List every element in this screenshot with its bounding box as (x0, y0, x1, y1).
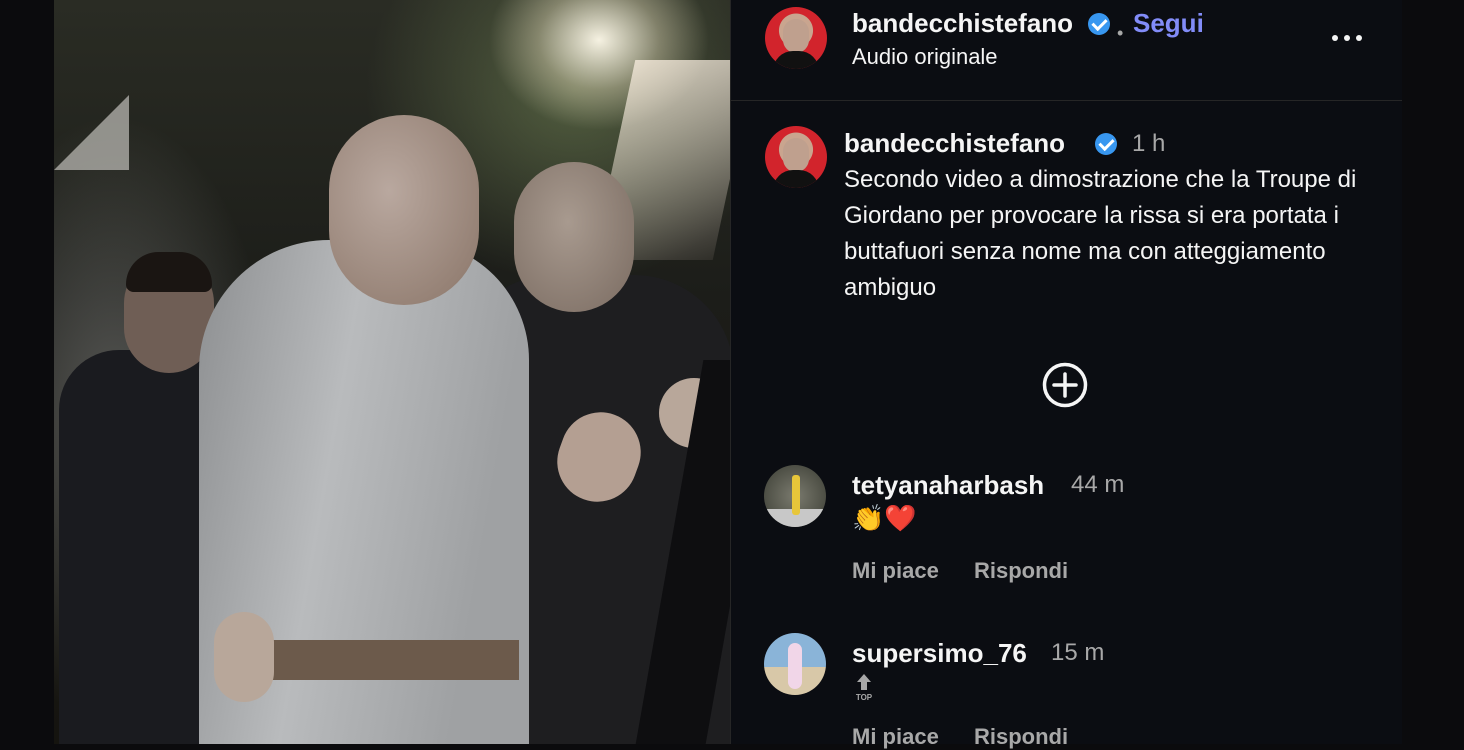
video-player[interactable] (54, 0, 730, 744)
comment-text: 👏❤️ (852, 504, 917, 534)
verified-badge-icon (1095, 133, 1117, 155)
caption-author-avatar[interactable] (765, 126, 827, 188)
audio-link[interactable]: Audio originale (852, 44, 998, 70)
video-umbrella (54, 95, 129, 170)
svg-text:TOP: TOP (856, 693, 873, 702)
comment-username[interactable]: tetyanaharbash (852, 470, 1044, 501)
comment-time[interactable]: 15 m (1051, 639, 1104, 667)
plus-circle-icon[interactable] (1042, 362, 1088, 408)
post-header: bandecchistefano • Segui Audio originale (731, 0, 1402, 101)
like-comment-button[interactable]: Mi piace (852, 724, 939, 750)
caption-author-username[interactable]: bandecchistefano (844, 128, 1065, 159)
video-person-center-head (329, 115, 479, 305)
more-horizontal-icon[interactable] (1327, 20, 1367, 56)
commenter-avatar[interactable] (764, 633, 826, 695)
video-hand (214, 612, 274, 702)
post-sidebar: bandecchistefano • Segui Audio originale… (730, 0, 1402, 744)
top-arrow-icon: TOP (853, 672, 875, 702)
like-comment-button[interactable]: Mi piace (852, 558, 939, 584)
author-avatar[interactable] (765, 7, 827, 69)
video-person-left-hair (126, 252, 212, 292)
comment-username[interactable]: supersimo_76 (852, 638, 1027, 669)
reply-comment-button[interactable]: Rispondi (974, 558, 1068, 584)
post-modal: bandecchistefano • Segui Audio originale… (54, 0, 1401, 744)
video-person-right-head (514, 162, 634, 312)
caption-time[interactable]: 1 h (1132, 130, 1165, 158)
follow-button[interactable]: Segui (1133, 8, 1204, 39)
author-username[interactable]: bandecchistefano (852, 8, 1073, 39)
header-separator: • (1117, 23, 1123, 44)
comment-time[interactable]: 44 m (1071, 471, 1124, 499)
verified-badge-icon (1088, 13, 1110, 35)
commenter-avatar[interactable] (764, 465, 826, 527)
reply-comment-button[interactable]: Rispondi (974, 724, 1068, 750)
post-caption: Secondo video a dimostrazione che la Tro… (844, 162, 1364, 306)
